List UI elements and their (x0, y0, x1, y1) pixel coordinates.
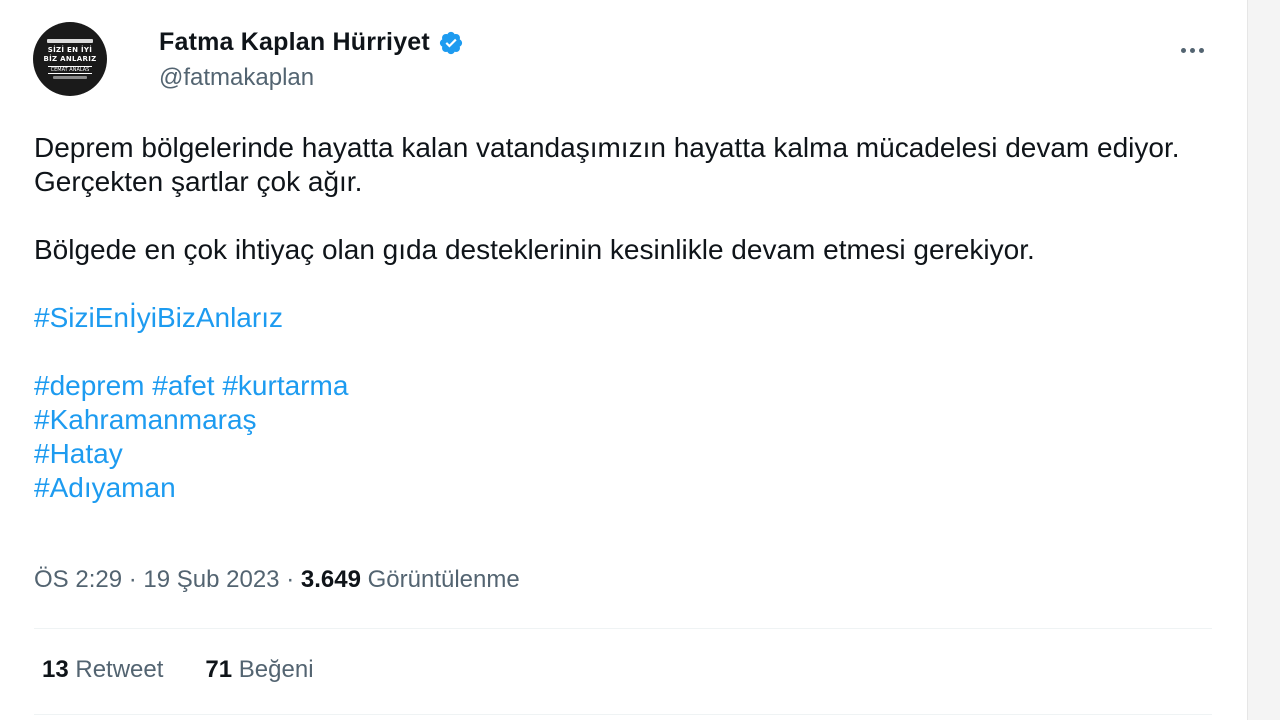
likes-stat[interactable]: 71 Beğeni (205, 656, 313, 684)
avatar-decoration (47, 39, 93, 43)
meta-separator: · (286, 566, 295, 593)
avatar-text-line1: SİZİ EN İYİ (47, 46, 93, 54)
meta-separator: · (128, 566, 137, 593)
verified-badge-icon[interactable] (438, 30, 464, 56)
views-label: Görüntülenme (367, 566, 520, 593)
tweet-time[interactable]: ÖS 2:29 (34, 566, 122, 593)
engagement-stats: 13 Retweet 71 Beğeni (42, 656, 314, 684)
author-handle[interactable]: @fatmakaplan (159, 64, 314, 92)
views-count: 3.649 (300, 566, 361, 593)
avatar[interactable]: SİZİ EN İYİ BİZ ANLARIZ CEMAT ANALAS (33, 22, 107, 96)
scrollbar-area (1247, 0, 1280, 720)
avatar-text-line2: BİZ ANLARIZ (43, 55, 97, 63)
more-options-button[interactable] (1172, 30, 1212, 70)
avatar-decoration-bottom (53, 76, 87, 79)
retweets-count: 13 (42, 656, 69, 683)
tweet-text: Deprem bölgelerinde hayatta kalan vatand… (34, 131, 1214, 505)
retweets-stat[interactable]: 13 Retweet (42, 656, 163, 684)
divider (34, 628, 1212, 629)
hashtag-campaign[interactable]: #SiziEnİyiBizAnlarız (34, 301, 1214, 335)
likes-label: Beğeni (238, 656, 314, 683)
tweet-paragraph-1: Deprem bölgelerinde hayatta kalan vatand… (34, 132, 1180, 197)
author-display-name[interactable]: Fatma Kaplan Hürriyet (159, 28, 430, 57)
hashtag-line-4[interactable]: #Adıyaman (34, 471, 1214, 505)
author-name-row: Fatma Kaplan Hürriyet (159, 28, 464, 57)
more-dot-icon (1189, 47, 1195, 53)
more-dot-icon (1198, 47, 1204, 53)
avatar-text-line3: CEMAT ANALAS (47, 66, 93, 74)
hashtag-line-3[interactable]: #Hatay (34, 437, 1214, 471)
tweet-date[interactable]: 19 Şub 2023 (143, 566, 279, 593)
tweet-meta: ÖS 2:29 · 19 Şub 2023 · 3.649 Görüntülen… (34, 566, 520, 594)
tweet-paragraph-2: Bölgede en çok ihtiyaç olan gıda destekl… (34, 234, 1035, 265)
more-dot-icon (1180, 47, 1186, 53)
hashtag-line-2[interactable]: #Kahramanmaraş (34, 403, 1214, 437)
divider (34, 714, 1212, 715)
likes-count: 71 (205, 656, 233, 683)
hashtag-line-1[interactable]: #deprem #afet #kurtarma (34, 369, 1214, 403)
retweets-label: Retweet (75, 656, 164, 683)
